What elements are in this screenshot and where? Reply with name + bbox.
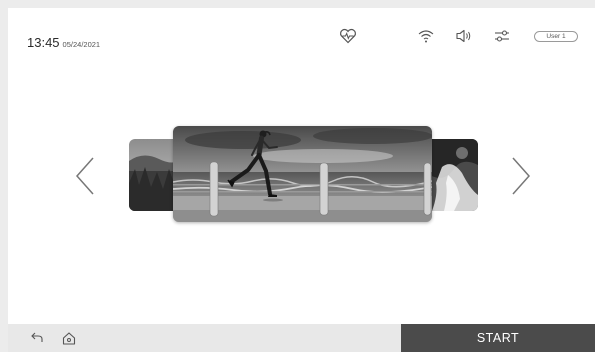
home-icon[interactable] (61, 330, 77, 346)
top-bar: 13:45 05/24/2021 User 1 (8, 8, 595, 68)
chevron-right-icon (512, 157, 531, 195)
clock-time: 13:45 (27, 35, 60, 50)
carousel-prev-button[interactable] (74, 156, 96, 196)
bottom-bar: START (8, 324, 595, 352)
clock-date: 05/24/2021 (62, 40, 101, 49)
carousel-next-button[interactable] (510, 156, 532, 196)
back-icon[interactable] (29, 330, 45, 346)
clock: 13:45 05/24/2021 (27, 34, 100, 52)
user-badge[interactable]: User 1 (534, 31, 578, 42)
settings-sliders-icon[interactable] (492, 26, 512, 46)
start-button[interactable]: START (401, 324, 595, 352)
volume-icon[interactable] (454, 26, 474, 46)
heart-rate-icon[interactable] (338, 26, 358, 46)
chevron-left-icon (75, 157, 94, 195)
wifi-icon[interactable] (416, 26, 436, 46)
screen: 13:45 05/24/2021 User 1 START (8, 8, 595, 352)
carousel-slide-running-woman[interactable] (173, 126, 432, 222)
